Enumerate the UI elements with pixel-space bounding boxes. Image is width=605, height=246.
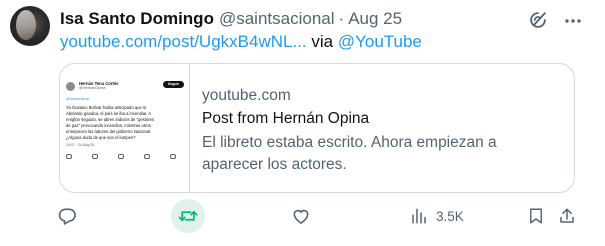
- action-bar: 3.5K: [0, 199, 605, 233]
- bookmark-icon: [530, 208, 542, 224]
- preview-retweet-icon: [92, 154, 98, 159]
- author-handle[interactable]: @saintsacional: [219, 9, 335, 29]
- retweet-icon: [178, 210, 198, 222]
- author-name[interactable]: Isa Santo Domingo: [60, 9, 214, 29]
- retweet-button[interactable]: [171, 199, 205, 233]
- reply-button[interactable]: [57, 201, 77, 231]
- tweet-date[interactable]: Aug 25: [348, 9, 402, 29]
- views-button[interactable]: 3.5K: [410, 201, 464, 231]
- card-thumbnail[interactable]: Hernán Tena Cortés @HernanOpina Seguir @…: [60, 64, 190, 192]
- preview-reply-to: @lorenbolivar: [66, 97, 90, 101]
- like-icon: [293, 209, 309, 224]
- preview-author-handle: @HernanOpina: [79, 86, 106, 90]
- tweet-header: Isa Santo Domingo @saintsacional · Aug 2…: [60, 8, 402, 30]
- preview-names: Hernán Tena Cortés @HernanOpina: [79, 81, 118, 91]
- preview-header: Hernán Tena Cortés @HernanOpina Seguir: [66, 81, 184, 91]
- views-icon: [412, 208, 426, 224]
- link-card[interactable]: Hernán Tena Cortés @HernanOpina Seguir @…: [59, 63, 575, 193]
- preview-share-icon: [170, 154, 176, 159]
- like-button[interactable]: [291, 201, 311, 231]
- preview-follow-button: Seguir: [162, 81, 184, 88]
- share-icon: [560, 208, 574, 223]
- preview-like-icon: [118, 154, 124, 159]
- preview-actions: [66, 154, 176, 159]
- share-button[interactable]: [558, 201, 576, 231]
- card-description: El libreto estaba escrito. Ahora empieza…: [202, 134, 497, 173]
- views-count: 3.5K: [436, 208, 464, 224]
- reply-icon: [58, 208, 76, 225]
- avatar[interactable]: [10, 6, 50, 46]
- preview-bookmark-icon: [144, 154, 150, 159]
- via-label: via: [311, 32, 334, 51]
- separator-dot: ·: [338, 9, 345, 28]
- preview-avatar: [66, 82, 75, 91]
- preview-tweet: Hernán Tena Cortés @HernanOpina Seguir @…: [66, 81, 184, 159]
- preview-reply-icon: [66, 154, 72, 159]
- tweet-text: youtube.com/post/UgkxB4wNL... via @YouTu…: [60, 31, 422, 53]
- more-icon[interactable]: [563, 11, 583, 31]
- post-link[interactable]: youtube.com/post/UgkxB4wNL...: [60, 32, 307, 51]
- preview-meta: 14:07 · 24 Aug 25: [66, 143, 95, 147]
- card-info: youtube.com Post from Hernán Opina El li…: [202, 86, 562, 176]
- preview-text: Ya Gustavo Bolívar había anticipado que …: [66, 105, 155, 140]
- via-handle-link[interactable]: @YouTube: [338, 32, 422, 51]
- card-domain: youtube.com: [202, 87, 291, 104]
- bookmark-button[interactable]: [527, 201, 545, 231]
- card-title: Post from Hernán Opina: [202, 110, 370, 127]
- tweet[interactable]: Isa Santo Domingo @saintsacional · Aug 2…: [0, 0, 605, 246]
- grok-icon[interactable]: [527, 9, 549, 31]
